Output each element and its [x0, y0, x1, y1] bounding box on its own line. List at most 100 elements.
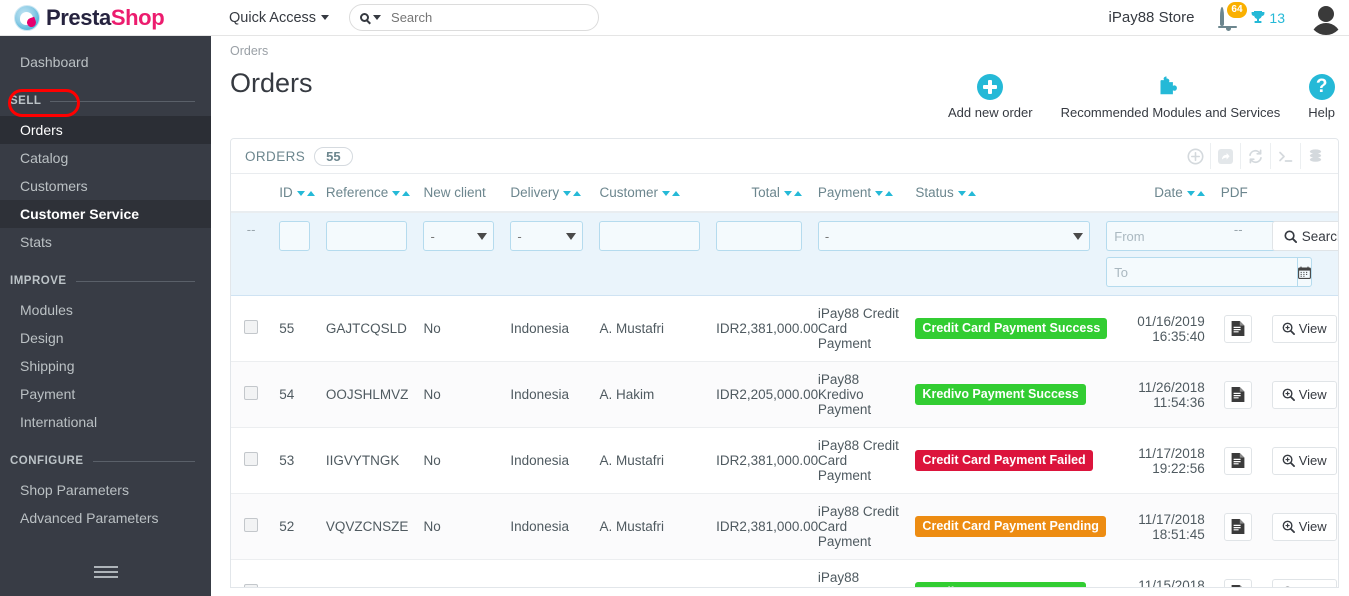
sort-asc-icon[interactable] — [967, 191, 976, 196]
shop-name-label[interactable]: iPay88 Store — [1109, 9, 1195, 26]
sidebar-item-dashboard[interactable]: Dashboard — [0, 48, 211, 76]
pdf-invoice-button[interactable] — [1224, 512, 1253, 541]
table-row[interactable]: 54 OOJSHLMVZ No Indonesia A. Hakim IDR2,205,0… — [231, 361, 1338, 428]
pdf-invoice-button[interactable] — [1224, 578, 1253, 587]
row-checkbox[interactable] — [244, 320, 259, 334]
database-icon[interactable] — [1300, 143, 1330, 169]
sort-desc-icon[interactable] — [296, 191, 305, 196]
filter-delivery-select[interactable]: - — [510, 221, 584, 251]
view-order-button[interactable]: View — [1271, 512, 1337, 541]
recommended-modules-button[interactable]: Recommended Modules and Services — [1047, 74, 1295, 120]
col-reference: Reference — [318, 174, 416, 212]
pdf-invoice-button[interactable] — [1224, 314, 1253, 343]
sort-desc-icon[interactable] — [392, 191, 401, 196]
orders-table: ID Reference New client Delivery Custome… — [231, 174, 1338, 587]
filter-date-from-input[interactable] — [1106, 221, 1298, 251]
avatar[interactable] — [1309, 0, 1343, 35]
add-icon[interactable] — [1180, 143, 1210, 169]
sidebar-item-customers[interactable]: Customers — [0, 172, 211, 200]
row-checkbox[interactable] — [244, 386, 259, 400]
sidebar-collapse-toggle[interactable] — [0, 566, 211, 578]
logo-text-presta: Presta — [46, 4, 111, 30]
table-row[interactable]: 53 IIGVYTNGK No Indonesia A. Mustafri IDR2,38… — [231, 427, 1338, 494]
view-order-button[interactable]: View — [1271, 380, 1337, 409]
sort-desc-icon[interactable] — [1186, 191, 1195, 196]
filter-id-input[interactable] — [279, 221, 310, 251]
notifications-bell[interactable]: 64 — [1220, 1, 1247, 27]
cell-delivery: Indonesia — [502, 493, 592, 560]
filter-total-input[interactable] — [716, 221, 802, 251]
sidebar-item-international[interactable]: International — [0, 408, 211, 436]
sidebar-item-modules[interactable]: Modules — [0, 296, 211, 324]
sidebar-item-design[interactable]: Design — [0, 324, 211, 352]
sort-desc-icon[interactable] — [563, 191, 572, 196]
sort-desc-icon[interactable] — [661, 191, 670, 196]
help-button[interactable]: ? Help — [1294, 74, 1349, 120]
add-new-order-button[interactable]: Add new order — [934, 74, 1047, 120]
sort-desc-icon[interactable] — [783, 191, 792, 196]
col-actions — [1264, 174, 1338, 212]
sort-asc-icon[interactable] — [1196, 191, 1205, 196]
col-date: Date — [1098, 174, 1213, 212]
cell-payment: iPay88 Kredivo Payment — [809, 361, 908, 428]
table-row[interactable]: 52 VQVZCNSZE No Indonesia A. Mustafri IDR2,38… — [231, 493, 1338, 560]
row-checkbox[interactable] — [244, 518, 259, 532]
filter-reference-input[interactable] — [325, 221, 408, 251]
search-input[interactable] — [391, 10, 589, 25]
sidebar-item-customer-service[interactable]: Customer Service — [0, 200, 211, 228]
pdf-invoice-button[interactable] — [1224, 380, 1253, 409]
sort-asc-icon[interactable] — [671, 191, 680, 196]
quick-access-label: Quick Access — [229, 9, 317, 26]
sort-desc-icon[interactable] — [957, 191, 966, 196]
sidebar-item-orders[interactable]: Orders — [0, 116, 211, 144]
calendar-icon[interactable] — [1297, 257, 1313, 287]
puzzle-icon — [1160, 76, 1178, 95]
view-order-button[interactable]: View — [1271, 446, 1337, 475]
view-order-button[interactable]: View — [1271, 578, 1337, 587]
sort-asc-icon[interactable] — [573, 191, 582, 196]
sort-asc-icon[interactable] — [402, 191, 411, 196]
sidebar-item-stats[interactable]: Stats — [0, 228, 211, 256]
sort-asc-icon[interactable] — [885, 191, 894, 196]
filter-date-to-input[interactable] — [1106, 257, 1298, 287]
page-header-actions: Add new order Recommended Modules and Se… — [934, 58, 1349, 120]
filter-status-select[interactable]: - — [817, 221, 1091, 251]
filter-status-cell: - — [809, 212, 1099, 296]
export-icon[interactable] — [1210, 143, 1240, 169]
row-checkbox[interactable] — [244, 584, 259, 587]
sidebar-item-label: Modules — [20, 302, 73, 318]
sort-asc-icon[interactable] — [306, 191, 315, 196]
sidebar-item-payment[interactable]: Payment — [0, 380, 211, 408]
pdf-invoice-button[interactable] — [1224, 446, 1253, 475]
sidebar-item-label: Stats — [20, 234, 52, 250]
sidebar-item-advanced-parameters[interactable]: Advanced Parameters — [0, 504, 211, 532]
sort-asc-icon[interactable] — [793, 191, 802, 196]
filter-customer-input[interactable] — [599, 221, 701, 251]
sidebar-item-shipping[interactable]: Shipping — [0, 352, 211, 380]
table-row[interactable]: 55 GAJTCQSLD No Indonesia A. Mustafri IDR2,38… — [231, 295, 1338, 362]
cell-delivery: Indonesia — [502, 559, 592, 587]
cell-date: 11/15/201815:11:24 — [1098, 559, 1213, 587]
row-checkbox[interactable] — [244, 452, 259, 466]
sidebar-section-improve: IMPROVE — [0, 266, 211, 296]
table-row[interactable]: 51QRKOGZLOENoIndonesiaA. MustafriIDR2,38… — [231, 559, 1338, 587]
cell-total: IDR2,381,000.00 — [708, 559, 818, 587]
prestashop-logo[interactable]: PrestaShop — [0, 0, 211, 36]
global-search-box[interactable] — [349, 4, 600, 31]
sort-desc-icon[interactable] — [875, 191, 884, 196]
search-scope-chevron-down-icon[interactable] — [373, 15, 382, 20]
sidebar-item-catalog[interactable]: Catalog — [0, 144, 211, 172]
hamburger-icon-bar — [93, 576, 118, 578]
quick-access-menu[interactable]: Quick Access — [229, 9, 330, 26]
sidebar-item-shop-parameters[interactable]: Shop Parameters — [0, 476, 211, 504]
sidebar-item-label: Customers — [20, 178, 88, 194]
refresh-icon[interactable] — [1240, 143, 1270, 169]
cell-reference: GAJTCQSLD — [317, 295, 416, 362]
filter-new-client-select[interactable]: - — [423, 221, 495, 251]
sidebar-section-label: SELL — [10, 95, 42, 107]
view-order-button[interactable]: View — [1271, 314, 1337, 343]
sql-console-icon[interactable] — [1270, 143, 1300, 169]
trophy-indicator[interactable]: 13 — [1250, 10, 1285, 26]
search-button[interactable]: Search — [1271, 221, 1338, 251]
row-checkbox-cell — [231, 295, 272, 362]
